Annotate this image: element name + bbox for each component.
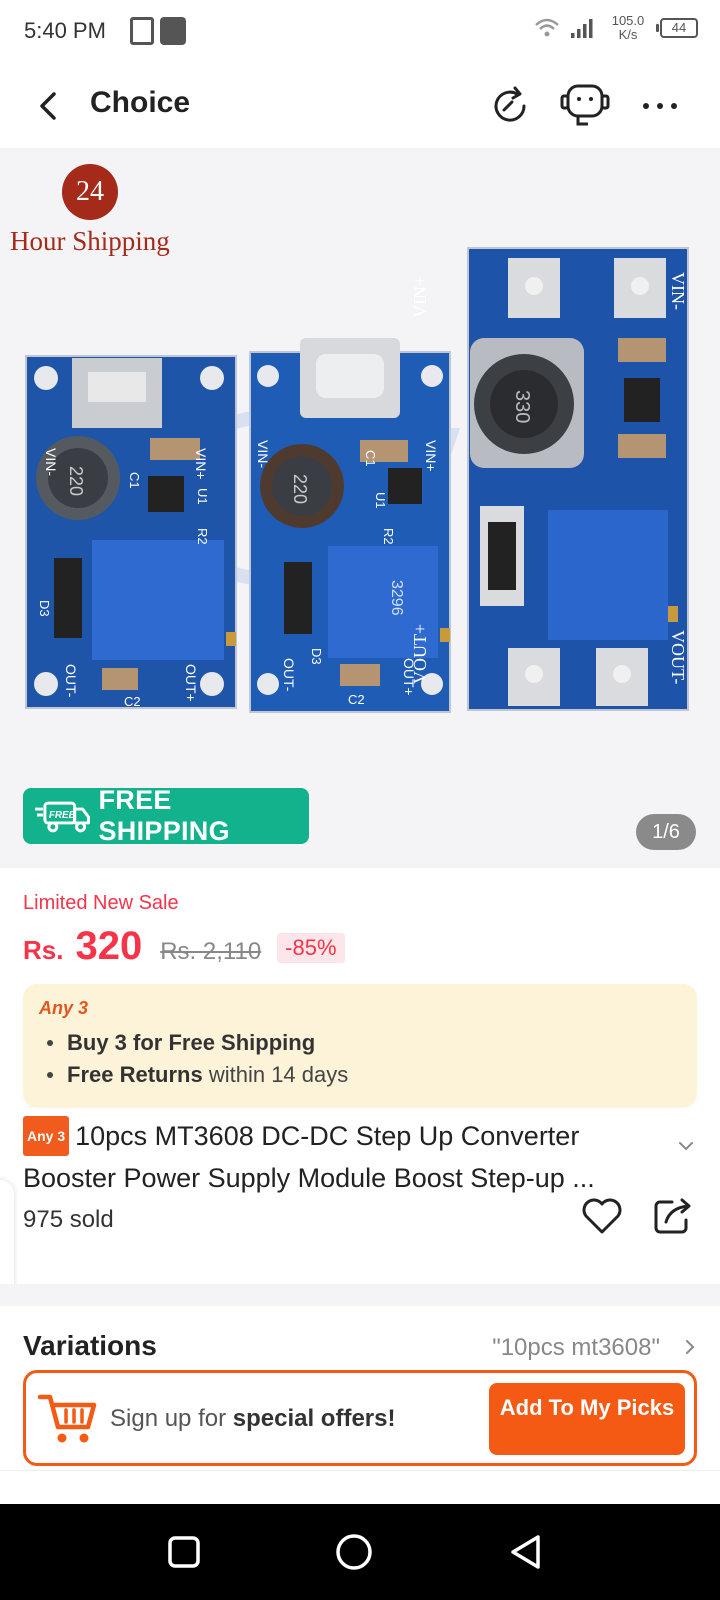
offer-free-returns: Free Returns within 14 days [47,1062,348,1088]
sold-count: 975 sold [23,1206,114,1233]
selected-variation: "10pcs mt3608" [492,1334,660,1361]
shopping-cart-icon [38,1394,97,1443]
svg-text:U1: U1 [195,488,210,505]
content-bottom [0,1470,720,1504]
battery-level: 44 [671,20,687,35]
section-divider [0,1284,720,1306]
board-micro-usb: 220 VIN- VIN+ D3 C1 U1 R2 OUT- OUT+ C2 [25,355,237,709]
free-tag-text: FREE [49,810,76,821]
bullet-icon [47,1072,53,1078]
price-row: Rs. 320 Rs. 2,110 -85% [23,924,345,969]
free-shipping-banner: FREE FREE SHIPPING [23,785,309,846]
svg-text:VOUT-: VOUT- [668,630,688,684]
signup-banner: Sign up for special offers! Add To My Pi… [23,1370,697,1466]
svg-text:C1: C1 [127,472,142,489]
svg-text:VIN+: VIN+ [193,448,209,480]
offer-tag: Any 3 [39,998,89,1018]
status-time: 5:40 PM [24,18,106,43]
signup-text: Sign up for special offers! [110,1405,396,1432]
svg-text:R2: R2 [381,528,396,545]
network-speed-value: 105.0 [611,13,645,28]
discount-badge: -85% [277,933,345,963]
svg-text:C2: C2 [124,694,141,709]
heart-icon[interactable] [580,1194,624,1238]
product-details: Limited New Sale Rs. 320 Rs. 2,110 -85% … [0,868,720,1284]
product-title[interactable]: Any 3 10pcs MT3608 DC-DC Step Up Converte… [23,1116,663,1196]
app-header: Choice [0,64,720,148]
svg-text:220: 220 [66,466,86,496]
back-icon[interactable] [506,1532,546,1572]
network-speed: 105.0 K/s [606,14,650,42]
svg-text:OUT-: OUT- [63,664,79,698]
svg-text:R2: R2 [195,528,210,545]
current-price: 320 [75,924,143,968]
free-shipping-label: FREE SHIPPING [98,785,230,846]
svg-text:VOUT+: VOUT+ [410,624,430,684]
offer-free-shipping: Buy 3 for Free Shipping [47,1030,315,1056]
home-icon[interactable] [334,1532,374,1572]
product-title-text: 10pcs MT3608 DC-DC Step Up Converter Boo… [23,1121,595,1193]
app-notification-icon [160,17,186,45]
offers-box[interactable]: Any 3 Buy 3 for Free Shipping Free Retur… [23,984,697,1108]
svg-text:U1: U1 [373,492,388,509]
svg-text:OUT-: OUT- [281,658,297,692]
original-price: Rs. 2,110 [160,938,262,965]
svg-text:330: 330 [511,390,533,423]
svg-text:220: 220 [290,474,310,504]
svg-text:VIN+: VIN+ [410,276,430,318]
svg-text:C1: C1 [363,450,378,467]
refresh-icon[interactable] [486,82,534,130]
system-navigation-bar [0,1504,720,1600]
image-page-indicator: 1/6 [636,814,696,850]
chevron-right-icon [686,1340,695,1354]
svg-text:VIN-: VIN- [668,272,688,310]
chevron-down-icon[interactable] [676,1136,696,1156]
recent-apps-icon[interactable] [164,1532,204,1572]
board-large: 330 VIN+ VIN- VOUT+ VOUT- [410,247,689,711]
svg-text:3296: 3296 [388,580,405,616]
svg-text:D3: D3 [309,648,324,665]
signal-icon [571,19,593,38]
parking-app-icon [130,17,154,45]
product-photo: 220 VIN- VIN+ D3 C1 U1 R2 OUT- OUT+ C2 2… [25,247,689,713]
variations-title: Variations [23,1330,157,1361]
share-icon[interactable] [652,1194,694,1236]
svg-text:VIN-: VIN- [43,448,59,476]
more-icon[interactable] [636,82,684,130]
price-currency: Rs. [23,935,64,965]
bullet-icon [47,1040,53,1046]
customer-service-icon[interactable] [558,82,612,130]
network-speed-unit: K/s [618,27,638,42]
shipping-badge-number: 24 [62,164,118,220]
wifi-icon [535,18,559,37]
svg-text:VIN+: VIN+ [423,440,439,472]
status-indicators: 105.0 K/s 44 [534,14,698,42]
svg-text:D3: D3 [37,600,52,617]
svg-text:VIN-: VIN- [255,440,271,468]
battery-icon: 44 [656,18,698,38]
product-image-gallery[interactable]: 24 Hour Shipping 220 VIN- VIN+ D3 C1 U1 … [0,148,720,868]
svg-text:C2: C2 [348,692,365,707]
svg-text:OUT+: OUT+ [183,664,199,702]
title-tag: Any 3 [23,1116,70,1156]
variations-row[interactable]: Variations "10pcs mt3608" [0,1306,720,1366]
back-arrow-icon[interactable] [30,84,70,128]
add-to-picks-button[interactable]: Add To My Picks [489,1383,685,1455]
delivery-truck-icon: FREE [35,801,90,833]
page-title: Choice [90,86,191,119]
notification-icons [130,17,186,45]
sale-label: Limited New Sale [23,892,179,914]
status-bar: 5:40 PM 105.0 K/s 44 [0,0,720,64]
